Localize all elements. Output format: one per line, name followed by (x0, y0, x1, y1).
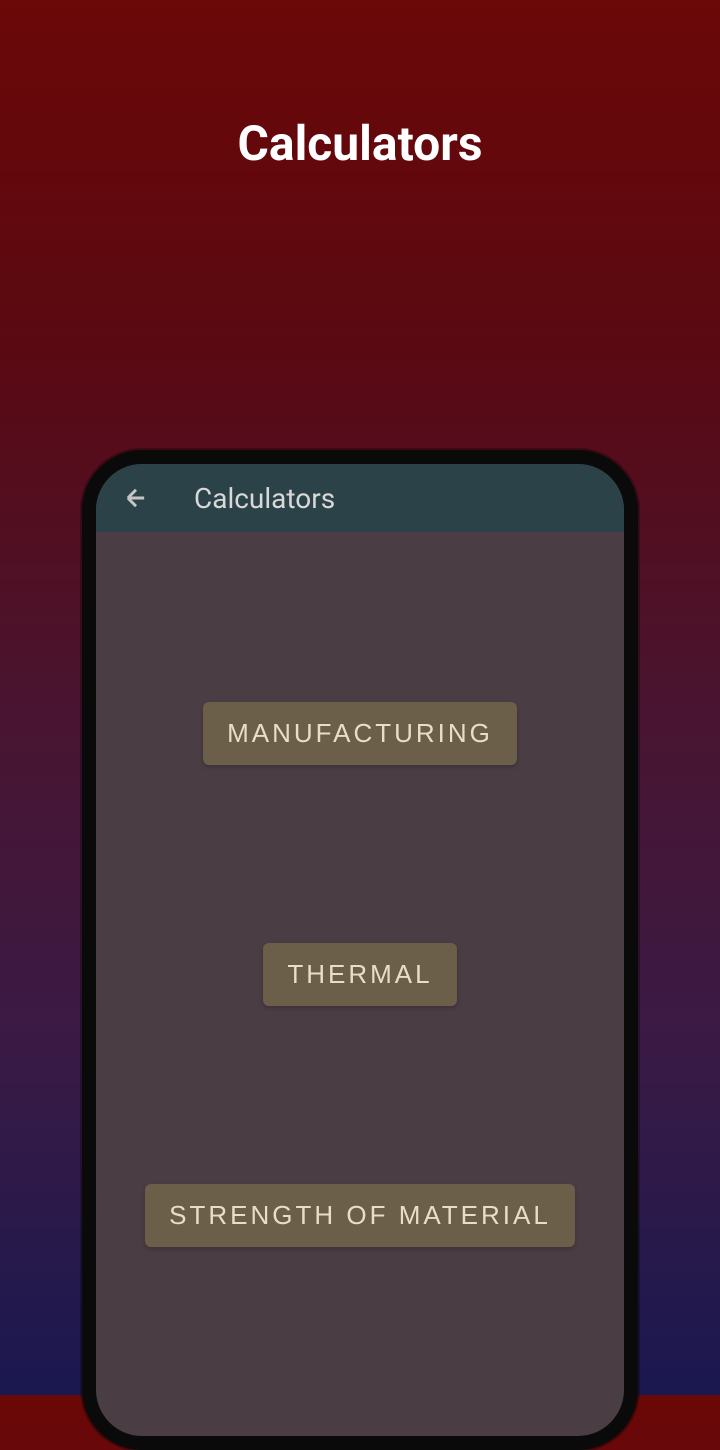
phone-side-button (92, 894, 96, 1014)
back-button[interactable] (116, 478, 156, 518)
strength-of-material-button[interactable]: STRENGTH OF MATERIAL (145, 1184, 575, 1247)
back-arrow-icon (122, 484, 150, 512)
phone-frame: Calculators MANUFACTURING THERMAL STRENG… (82, 450, 638, 1450)
app-bar-title: Calculators (194, 482, 335, 515)
thermal-button[interactable]: THERMAL (263, 943, 456, 1006)
app-bar: Calculators (96, 464, 624, 532)
manufacturing-button[interactable]: MANUFACTURING (203, 702, 517, 765)
phone-side-button (624, 964, 628, 1054)
page-title: Calculators (0, 115, 720, 172)
phone-side-button (624, 744, 628, 834)
content-area: MANUFACTURING THERMAL STRENGTH OF MATERI… (96, 532, 624, 1247)
